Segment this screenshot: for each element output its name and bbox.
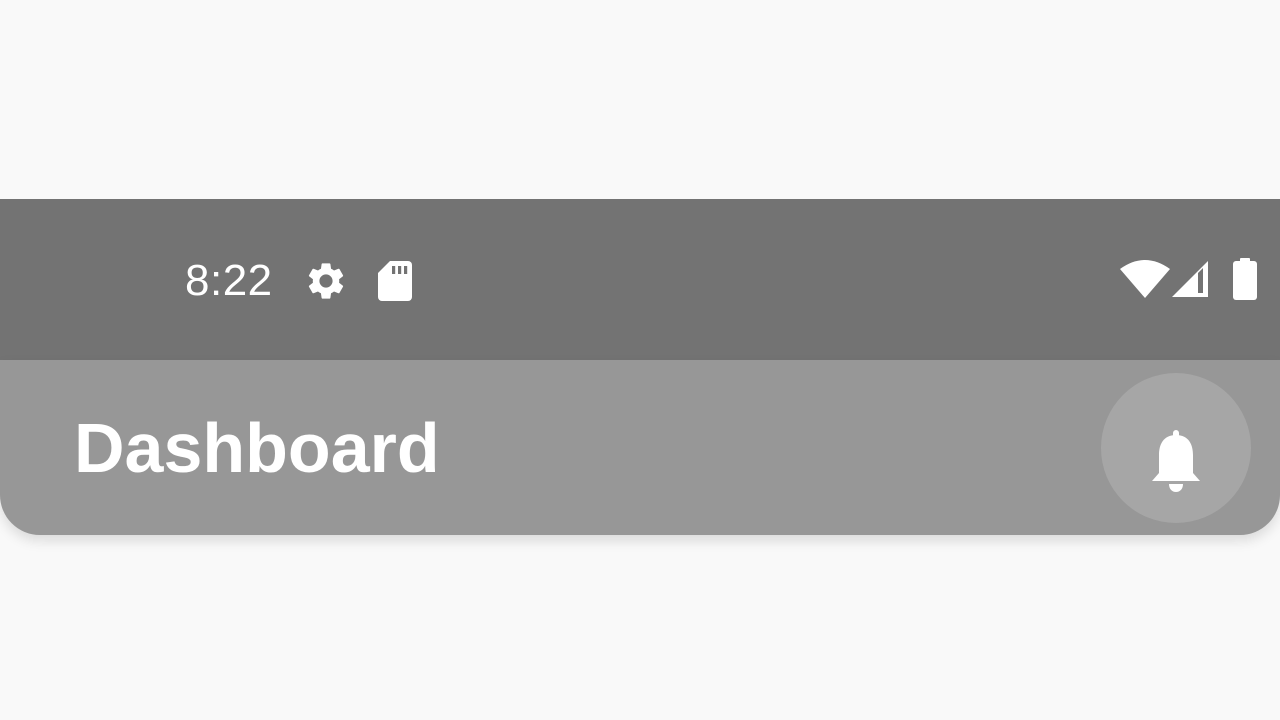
status-bar: 8:22	[0, 199, 1280, 360]
sd-card-icon	[378, 261, 412, 301]
bell-icon	[1152, 430, 1200, 492]
screen: 8:22 Dashboard	[0, 0, 1280, 720]
status-time: 8:22	[185, 256, 273, 305]
gear-icon	[308, 263, 344, 299]
page-title: Dashboard	[74, 409, 440, 487]
notifications-button[interactable]	[1101, 373, 1251, 523]
wifi-icon	[1120, 260, 1170, 298]
cell-signal-icon	[1172, 261, 1208, 297]
battery-icon	[1233, 258, 1257, 300]
app-bar: Dashboard	[0, 360, 1280, 535]
